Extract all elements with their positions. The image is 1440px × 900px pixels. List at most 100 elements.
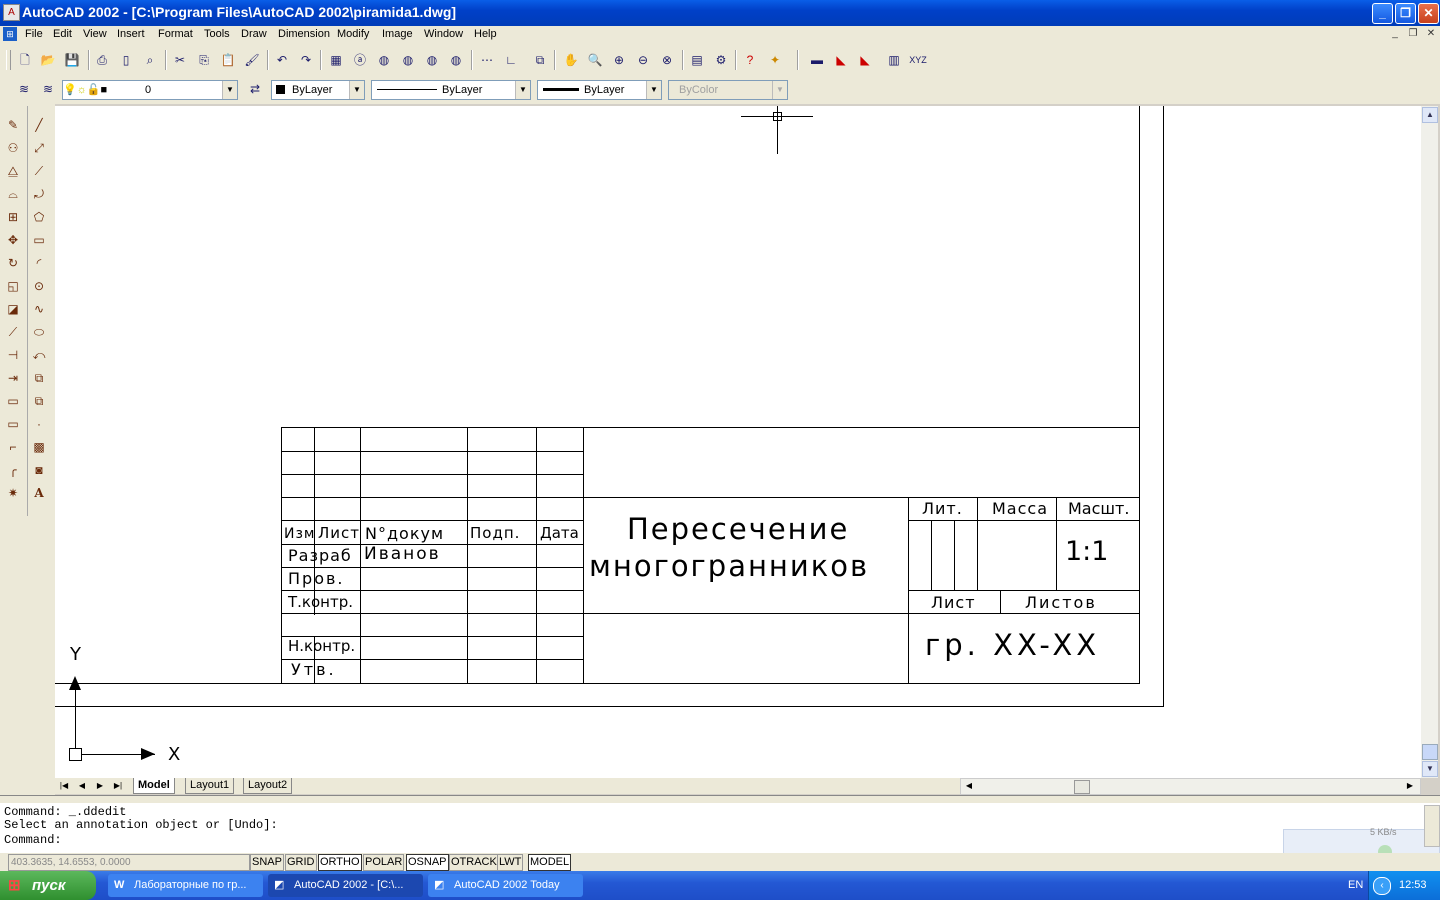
horizontal-scrollbar[interactable]: ◀ ▶ <box>960 778 1421 795</box>
print-icon[interactable]: ⎙ <box>93 51 111 69</box>
taskbar-item-autocad[interactable]: ◩ AutoCAD 2002 - [C:\... <box>268 874 423 897</box>
menu-file[interactable]: File <box>25 28 43 40</box>
fillet-icon[interactable]: ╭ <box>4 461 22 479</box>
doc-close-button[interactable]: ✕ <box>1424 28 1438 40</box>
vertical-scrollbar[interactable]: ▲ ▼ <box>1421 106 1438 778</box>
region-icon[interactable]: ◙ <box>30 461 48 479</box>
undo-icon[interactable]: ↶ <box>273 51 291 69</box>
color-dropdown[interactable]: ByLayer ▼ <box>271 80 365 100</box>
active-assistance-icon[interactable]: ✦ <box>766 51 784 69</box>
layers-icon[interactable]: ≋ <box>15 80 33 98</box>
menu-image[interactable]: Image <box>382 28 413 40</box>
tab-model[interactable]: Model <box>133 778 175 794</box>
maximize-button[interactable]: ❐ <box>1395 3 1416 24</box>
construction-line-icon[interactable]: ⤢ <box>30 139 48 157</box>
point-icon[interactable]: · <box>30 415 48 433</box>
express-tool-3-icon[interactable]: ◣ <box>856 51 874 69</box>
taskbar-item-today[interactable]: ◩ AutoCAD 2002 Today <box>428 874 583 897</box>
polyline-icon[interactable]: ⟋ <box>30 162 48 180</box>
paste-icon[interactable]: 📋 <box>219 51 237 69</box>
offset-icon[interactable]: ⌓ <box>4 185 22 203</box>
command-prompt[interactable]: Command: <box>4 833 62 847</box>
tab-layout2[interactable]: Layout2 <box>243 778 293 794</box>
zoom-previous-icon[interactable]: ⊖ <box>634 51 652 69</box>
print-preview-icon[interactable]: ▯ <box>117 51 135 69</box>
show-hidden-icons-icon[interactable]: ‹ <box>1373 877 1391 895</box>
zoom-realtime-icon[interactable]: 🔍 <box>586 51 604 69</box>
document-icon[interactable]: ⊞ <box>3 27 17 41</box>
prev-tab-icon[interactable]: ◀ <box>75 779 89 792</box>
toolbar-grip[interactable] <box>6 50 11 70</box>
new-icon[interactable]: 🗋 <box>16 51 34 69</box>
today-icon[interactable]: ⓐ <box>351 51 369 69</box>
express-tool-4-icon[interactable]: ▥ <box>885 51 903 69</box>
lengthen-icon[interactable]: ⟋ <box>4 323 22 341</box>
mirror-icon[interactable]: ⧋ <box>4 162 22 180</box>
multiline-text-icon[interactable]: A <box>30 484 48 502</box>
ortho-toggle[interactable]: ORTHO <box>318 854 362 871</box>
menu-format[interactable]: Format <box>158 28 193 40</box>
express-tool-1-icon[interactable]: ▬ <box>808 51 826 69</box>
hatch-icon[interactable]: ▩ <box>30 438 48 456</box>
menu-insert[interactable]: Insert <box>117 28 145 40</box>
match-properties-icon[interactable]: 🖌 <box>243 51 261 69</box>
extend-icon[interactable]: ⇥ <box>4 369 22 387</box>
title-bar[interactable]: A AutoCAD 2002 - [C:\Program Files\AutoC… <box>0 0 1440 26</box>
copy-icon[interactable]: ⎘ <box>195 51 213 69</box>
express-tool-5-icon[interactable]: XYZ <box>909 51 927 69</box>
explode-icon[interactable]: ✷ <box>4 484 22 502</box>
taskbar-item-word[interactable]: W Лабораторные по гр... <box>108 874 263 897</box>
make-block-icon[interactable]: ⧉ <box>30 392 48 410</box>
copy-object-icon[interactable]: ⚇ <box>4 139 22 157</box>
lwt-toggle[interactable]: LWT <box>497 854 524 871</box>
move-icon[interactable]: ✥ <box>4 231 22 249</box>
chevron-down-icon[interactable]: ▼ <box>349 81 364 99</box>
otrack-toggle[interactable]: OTRACK <box>449 854 499 871</box>
arc-icon[interactable]: ◜ <box>30 254 48 272</box>
insert-block-icon[interactable]: ⧉ <box>30 369 48 387</box>
menu-tools[interactable]: Tools <box>204 28 230 40</box>
language-indicator[interactable]: EN <box>1348 879 1363 891</box>
hscroll-thumb[interactable] <box>1074 780 1090 794</box>
autocad-app-icon[interactable]: A <box>3 4 20 21</box>
close-button[interactable]: ✕ <box>1418 3 1439 24</box>
scroll-up-icon[interactable]: ▲ <box>1422 107 1438 123</box>
stretch-icon[interactable]: ◪ <box>4 300 22 318</box>
scroll-right-icon[interactable]: ▶ <box>1404 780 1416 792</box>
scroll-thumb[interactable] <box>1422 744 1438 760</box>
make-layer-current-icon[interactable]: ≋ <box>39 80 57 98</box>
spline-icon[interactable]: ∿ <box>30 300 48 318</box>
save-icon[interactable]: 💾 <box>63 51 81 69</box>
line-icon[interactable]: ╱ <box>30 116 48 134</box>
lineweight-dropdown[interactable]: ByLayer ▼ <box>537 80 662 100</box>
tab-layout1[interactable]: Layout1 <box>185 778 235 794</box>
scroll-down-icon[interactable]: ▼ <box>1422 761 1438 777</box>
ellipse-arc-icon[interactable]: ⤺ <box>30 346 48 364</box>
rotate-icon[interactable]: ↻ <box>4 254 22 272</box>
ucs-icon[interactable]: ∟ <box>502 51 520 69</box>
ellipse-icon[interactable]: ⬭ <box>30 323 48 341</box>
erase-icon[interactable]: ✎ <box>4 116 22 134</box>
find-icon[interactable]: ⌕ <box>141 51 159 69</box>
clock[interactable]: 12:53 <box>1399 879 1427 891</box>
scroll-left-icon[interactable]: ◀ <box>963 780 975 792</box>
polygon-icon[interactable]: ⤾ <box>30 185 48 203</box>
chevron-down-icon[interactable]: ▼ <box>646 81 661 99</box>
properties-icon[interactable]: ▤ <box>688 51 706 69</box>
pan-icon[interactable]: ✋ <box>562 51 580 69</box>
zoom-extents-icon[interactable]: ⊗ <box>658 51 676 69</box>
chevron-down-icon[interactable]: ▼ <box>222 81 237 99</box>
cut-icon[interactable]: ✂ <box>171 51 189 69</box>
layer-previous-icon[interactable]: ⇄ <box>246 80 264 98</box>
doc-minimize-button[interactable]: _ <box>1388 28 1402 40</box>
menu-window[interactable]: Window <box>424 28 463 40</box>
coordinate-display[interactable]: 403.3635, 14.6553, 0.0000 <box>8 854 250 871</box>
rectangle-icon[interactable]: ▭ <box>30 231 48 249</box>
last-tab-icon[interactable]: ▶| <box>111 779 125 792</box>
grid-toggle[interactable]: GRID <box>285 854 317 871</box>
aec-icon[interactable]: ▦ <box>327 51 345 69</box>
distance-icon[interactable]: ⋯ <box>478 51 496 69</box>
polar-toggle[interactable]: POLAR <box>363 854 405 871</box>
scale-icon[interactable]: ◱ <box>4 277 22 295</box>
start-button[interactable]: ⊞ пуск <box>0 871 96 900</box>
